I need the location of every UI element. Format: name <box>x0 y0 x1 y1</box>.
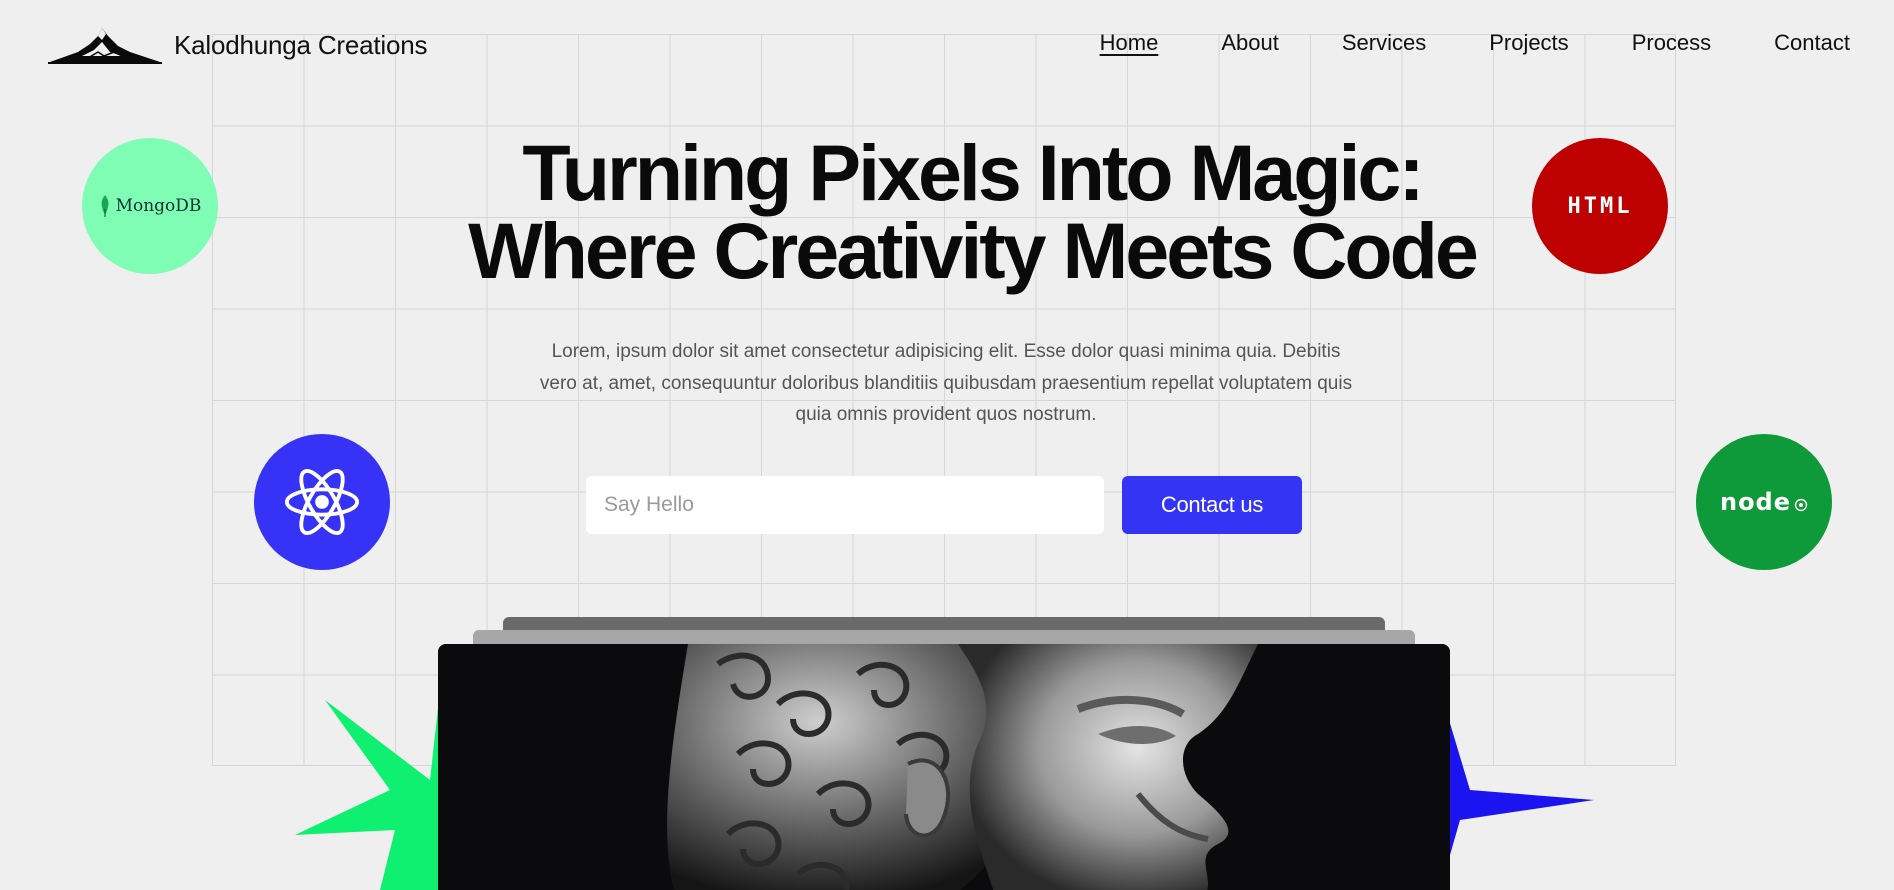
nodejs-badge: node <box>1696 434 1832 570</box>
nav-process[interactable]: Process <box>1632 30 1711 56</box>
contact-us-button[interactable]: Contact us <box>1122 476 1302 534</box>
statue-head-image <box>438 644 1450 890</box>
brand-logo[interactable]: Kalodhunga Creations <box>48 22 427 68</box>
nav-services[interactable]: Services <box>1342 30 1426 56</box>
hero-description: Lorem, ipsum dolor sit amet consectetur … <box>539 341 1353 425</box>
react-atom-icon <box>284 468 360 536</box>
nav-projects[interactable]: Projects <box>1489 30 1568 56</box>
nav-about[interactable]: About <box>1221 30 1279 56</box>
statue-illustration <box>438 644 1450 890</box>
headline-line-2: Where Creativity Meets Code <box>468 206 1479 295</box>
registered-icon <box>1794 498 1808 512</box>
say-hello-input[interactable] <box>586 476 1104 534</box>
hero-headline: Turning Pixels Into Magic: Where Creativ… <box>0 133 1894 290</box>
mountain-icon <box>48 28 162 64</box>
react-badge <box>254 434 390 570</box>
headline-line-1: Turning Pixels Into Magic: <box>522 128 1424 217</box>
node-label: node <box>1719 488 1792 516</box>
main-nav: Home About Services Projects Process Con… <box>1100 30 1850 56</box>
nav-contact[interactable]: Contact <box>1774 30 1850 56</box>
brand-name: Kalodhunga Creations <box>174 29 428 60</box>
nav-home[interactable]: Home <box>1100 30 1159 56</box>
